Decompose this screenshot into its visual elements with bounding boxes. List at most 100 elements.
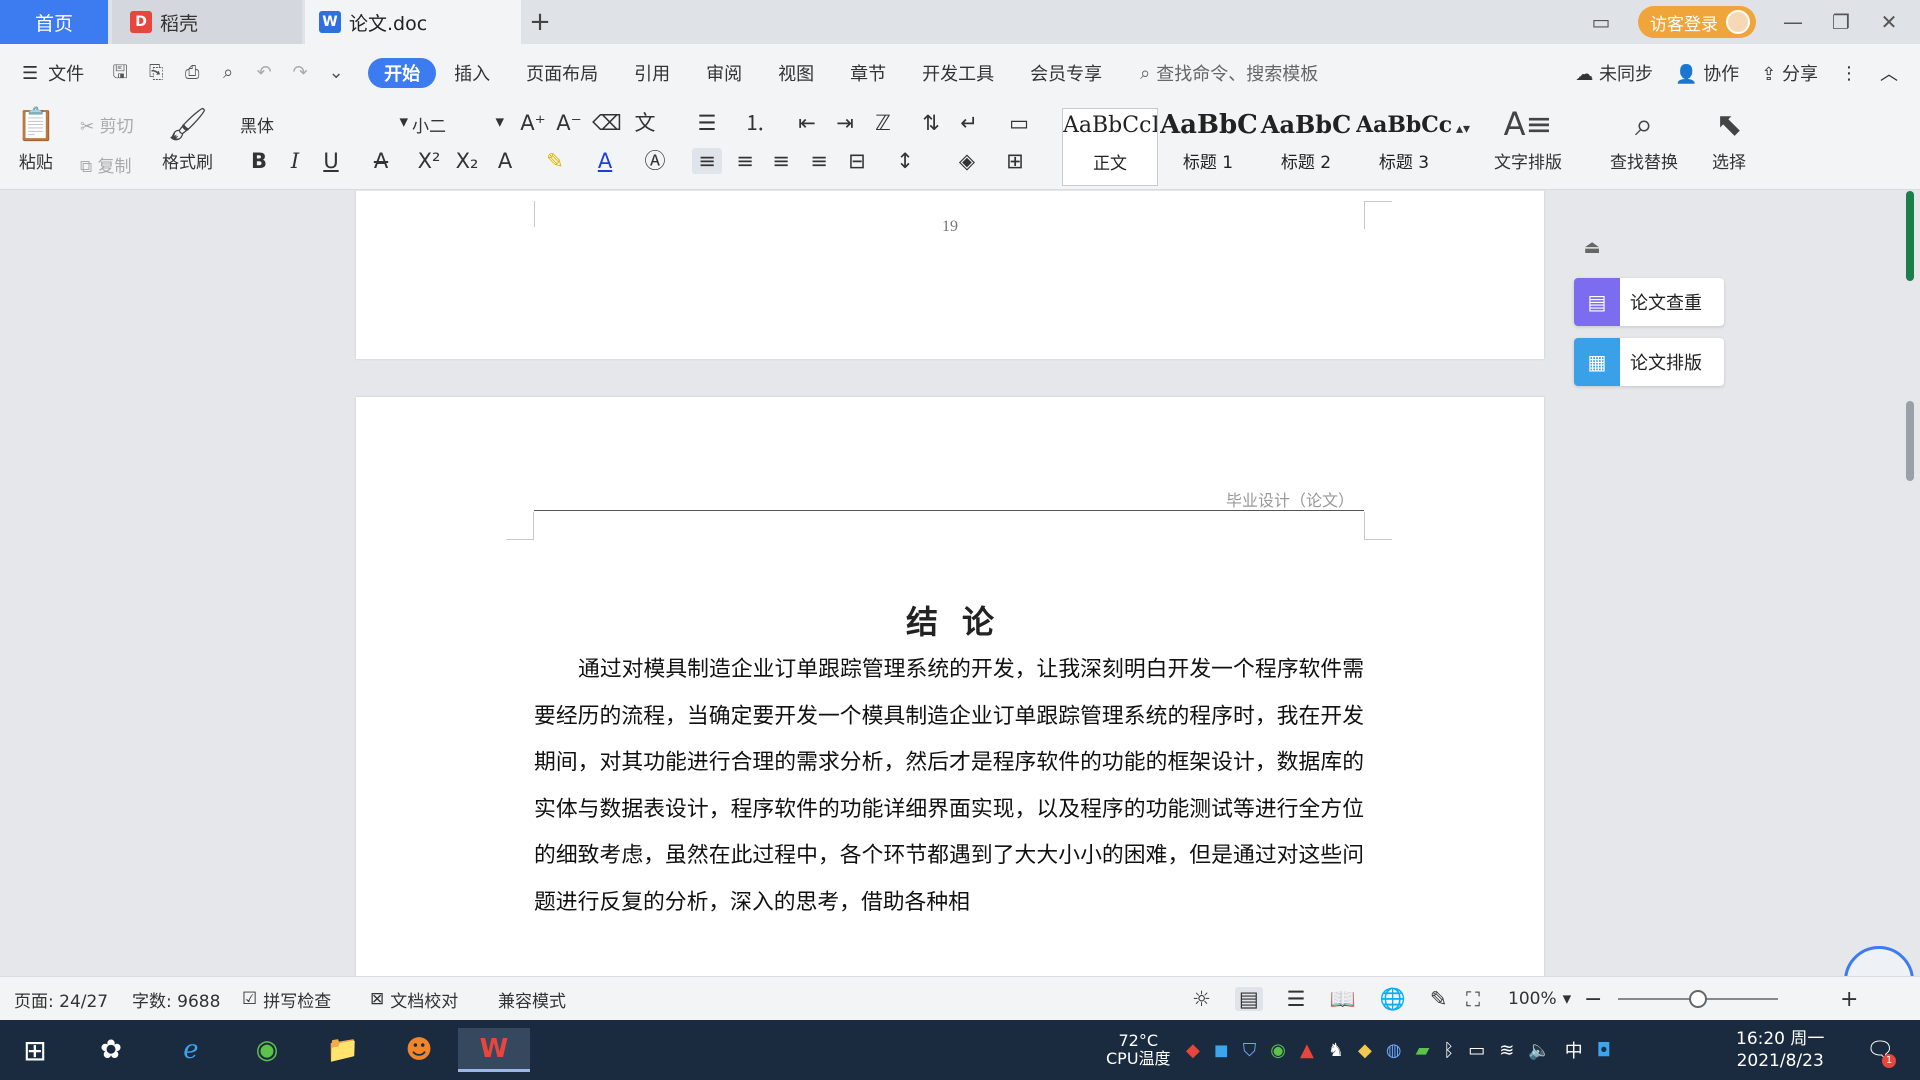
- tray-app-icon[interactable]: ◆: [1358, 1040, 1372, 1061]
- sync-button[interactable]: ☁ 未同步: [1575, 60, 1653, 86]
- cpu-temp-widget[interactable]: 72°C CPU温度: [1106, 1020, 1171, 1080]
- wifi-icon[interactable]: ≋: [1499, 1040, 1514, 1061]
- print-icon[interactable]: ⎙: [182, 63, 202, 83]
- cut-button[interactable]: ✂ 剪切: [80, 112, 134, 137]
- decrease-indent-icon[interactable]: ⇤: [792, 110, 822, 136]
- tray-app-icon[interactable]: ◆: [1186, 1040, 1200, 1061]
- paper-layout-button[interactable]: ▦ 论文排版: [1574, 338, 1724, 386]
- font-size-select[interactable]: 小二 ▾: [412, 112, 506, 137]
- menu-chapter[interactable]: 章节: [832, 58, 904, 88]
- show-marks-icon[interactable]: ↵: [954, 110, 984, 136]
- style-normal[interactable]: AaBbCcDd 正文: [1062, 108, 1158, 186]
- align-right-icon[interactable]: ≡: [766, 148, 796, 174]
- char-border-icon[interactable]: Ⓐ: [640, 148, 670, 174]
- tab-document[interactable]: W 论文.doc: [305, 0, 521, 44]
- italic-icon[interactable]: I: [280, 148, 310, 174]
- page-view-icon[interactable]: ▤: [1234, 987, 1263, 1011]
- spell-check-button[interactable]: ☑ 拼写检查: [242, 977, 331, 1021]
- highlight-icon[interactable]: ✎: [540, 148, 570, 174]
- tray-app-icon[interactable]: ◼: [1214, 1040, 1229, 1061]
- close-icon[interactable]: ✕: [1878, 10, 1900, 34]
- web-view-icon[interactable]: 🌐: [1380, 987, 1406, 1012]
- phonetic-guide-icon[interactable]: 文: [630, 110, 660, 136]
- browser-360-icon[interactable]: ◉: [242, 1028, 292, 1072]
- new-tab-button[interactable]: +: [526, 0, 554, 44]
- notification-center-icon[interactable]: 🗨 1: [1866, 1020, 1896, 1080]
- grow-font-icon[interactable]: A⁺: [518, 110, 548, 136]
- menu-member[interactable]: 会员专享: [1012, 58, 1120, 88]
- tab-home[interactable]: 首页: [0, 0, 108, 44]
- doc-proof-button[interactable]: ⊠ 文档校对: [370, 977, 458, 1021]
- style-heading-2[interactable]: AaBbC 标题 2: [1258, 108, 1354, 186]
- minimize-icon[interactable]: —: [1782, 10, 1804, 34]
- restore-icon[interactable]: ❐: [1830, 10, 1852, 34]
- wps-taskbar-icon[interactable]: W: [458, 1028, 530, 1072]
- word-count[interactable]: 字数: 9688: [132, 977, 220, 1021]
- app-mascot-icon[interactable]: ☻: [394, 1028, 444, 1072]
- redo-icon[interactable]: ↷: [290, 63, 310, 83]
- file-menu[interactable]: ☰ 文件: [0, 58, 102, 88]
- fit-page-icon[interactable]: ⛶: [1466, 977, 1480, 1021]
- text-layout-button[interactable]: A≡ 文字排版: [1494, 106, 1562, 173]
- menu-references[interactable]: 引用: [616, 58, 688, 88]
- reading-view-icon[interactable]: 📖: [1330, 987, 1356, 1012]
- align-left-icon[interactable]: ≡: [692, 148, 722, 174]
- underline-icon[interactable]: U: [316, 148, 346, 174]
- text-effect-icon[interactable]: A: [490, 148, 520, 174]
- page-current[interactable]: 毕业设计（论文） 结论 通过对模具制造企业订单跟踪管理系统的开发，让我深刻明白开…: [356, 397, 1544, 976]
- scrollbar-thumb[interactable]: [1906, 401, 1914, 481]
- zoom-in-icon[interactable]: +: [1840, 977, 1858, 1021]
- collapse-panel-icon[interactable]: ⏏: [1580, 237, 1604, 261]
- font-name-select[interactable]: 黑体 ▾: [240, 112, 410, 137]
- superscript-icon[interactable]: X²: [414, 148, 444, 174]
- copy-button[interactable]: ⧉ 复制: [80, 152, 132, 177]
- battery-icon[interactable]: ▭: [1468, 1040, 1485, 1061]
- tab-daoke[interactable]: D 稻壳: [112, 0, 302, 44]
- qq-icon[interactable]: ♞: [1328, 1040, 1344, 1061]
- bluetooth-icon[interactable]: ᛒ: [1443, 1040, 1454, 1061]
- ruler-icon[interactable]: ▭: [1004, 110, 1034, 136]
- eye-protect-icon[interactable]: ☼: [1192, 987, 1211, 1011]
- save-icon[interactable]: 🖫: [110, 63, 130, 83]
- collapse-ribbon-icon[interactable]: ︿: [1880, 60, 1898, 86]
- style-heading-1[interactable]: AaBbC 标题 1: [1160, 108, 1256, 186]
- scroll-indicator[interactable]: [1906, 191, 1914, 281]
- zoom-select[interactable]: 100% ▾: [1508, 977, 1571, 1021]
- styles-scroll-icon[interactable]: ▴▾: [1448, 116, 1478, 142]
- shrink-font-icon[interactable]: A⁻: [554, 110, 584, 136]
- pinwheel-app-icon[interactable]: ✿: [86, 1028, 136, 1072]
- paste-button[interactable]: 📋 粘贴: [16, 106, 56, 173]
- align-center-icon[interactable]: ≡: [730, 148, 760, 174]
- outline-view-icon[interactable]: ☰: [1287, 987, 1306, 1011]
- clock[interactable]: 16:20 周一 2021/8/23: [1736, 1020, 1824, 1080]
- justify-icon[interactable]: ≡: [804, 148, 834, 174]
- tray-app-icon[interactable]: ◘: [1597, 1040, 1611, 1061]
- tray-app-icon[interactable]: ◍: [1386, 1040, 1402, 1061]
- line-spacing-icon[interactable]: ↕: [890, 148, 920, 174]
- select-button[interactable]: ⬉ 选择: [1712, 106, 1746, 173]
- subscript-icon[interactable]: X₂: [452, 148, 482, 174]
- menu-view[interactable]: 视图: [760, 58, 832, 88]
- strikethrough-icon[interactable]: A: [366, 148, 396, 174]
- collab-button[interactable]: 👤 协作: [1675, 60, 1739, 86]
- increase-indent-icon[interactable]: ⇥: [830, 110, 860, 136]
- ie-browser-icon[interactable]: ℯ: [166, 1028, 216, 1072]
- page-indicator[interactable]: 页面: 24/27: [14, 977, 108, 1021]
- volume-icon[interactable]: 🔈: [1528, 1040, 1550, 1061]
- export-icon[interactable]: ⎘: [146, 63, 166, 83]
- paper-check-button[interactable]: ▤ 论文查重: [1574, 278, 1724, 326]
- reading-mode-icon[interactable]: ▭: [1590, 10, 1612, 34]
- body-paragraph[interactable]: 通过对模具制造企业订单跟踪管理系统的开发，让我深刻明白开发一个程序软件需要经历的…: [534, 647, 1364, 926]
- nvidia-icon[interactable]: ▰: [1416, 1040, 1430, 1061]
- zoom-slider-thumb[interactable]: [1689, 990, 1707, 1008]
- print-preview-icon[interactable]: ⌕: [218, 63, 238, 83]
- zoom-out-icon[interactable]: −: [1584, 977, 1602, 1021]
- pen-icon[interactable]: ✎: [1430, 987, 1448, 1011]
- menu-home[interactable]: 开始: [368, 58, 437, 88]
- bullet-list-icon[interactable]: ☰: [692, 110, 722, 136]
- find-replace-button[interactable]: ⌕ 查找替换: [1610, 106, 1678, 173]
- menu-review[interactable]: 审阅: [688, 58, 760, 88]
- menu-insert[interactable]: 插入: [436, 58, 508, 88]
- shield-icon[interactable]: ⛉: [1243, 1040, 1257, 1061]
- tray-app-icon[interactable]: ◉: [1270, 1040, 1286, 1061]
